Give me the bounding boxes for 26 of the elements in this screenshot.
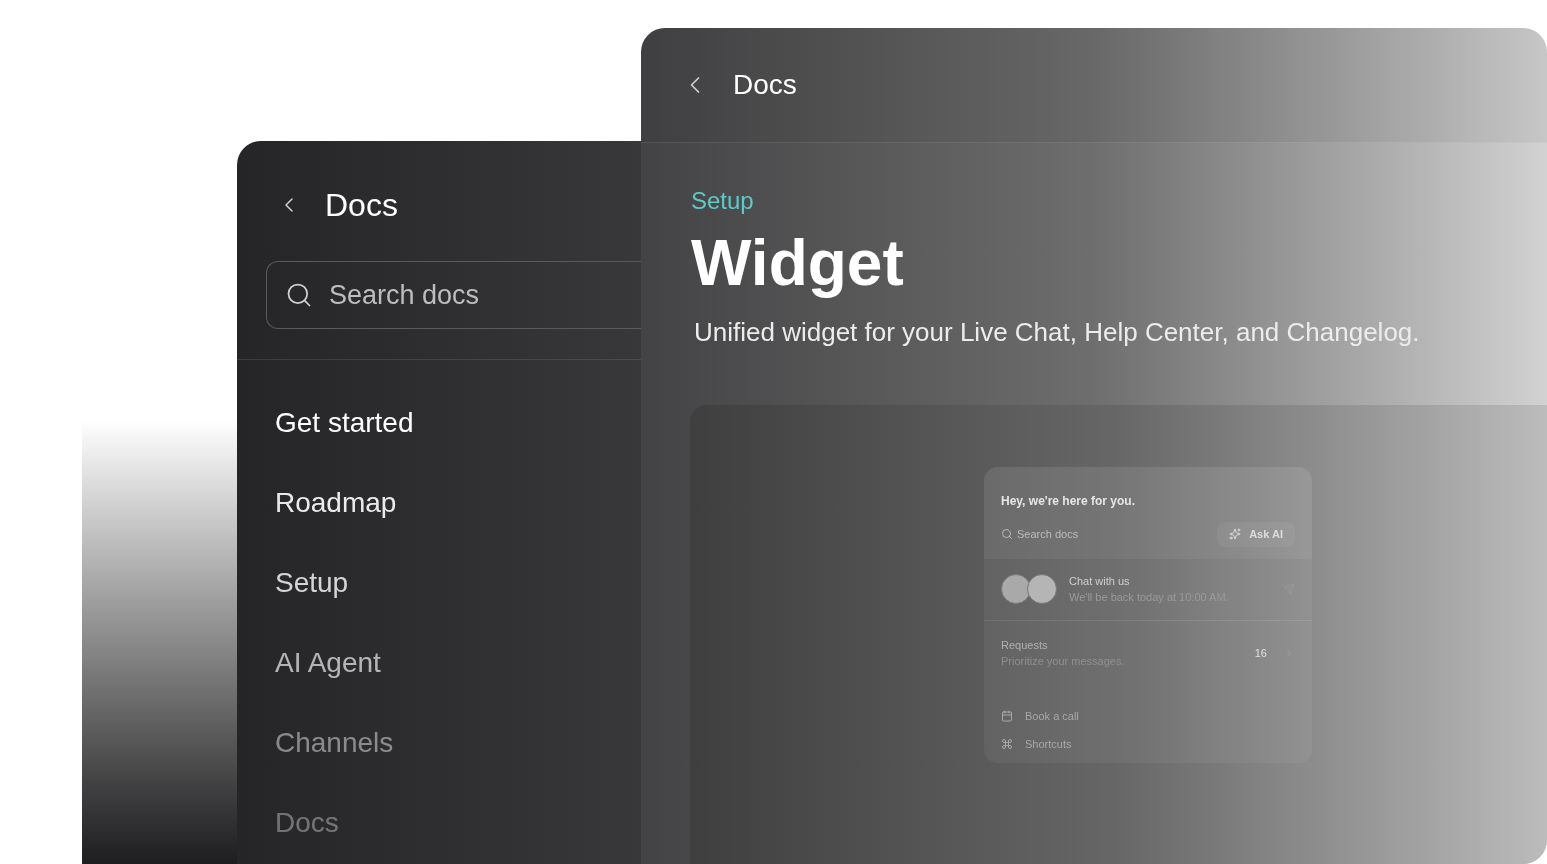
ask-ai-button[interactable]: Ask AI: [1217, 522, 1295, 547]
widget-search-field[interactable]: Search docs: [1001, 526, 1079, 543]
breadcrumb: Setup: [691, 189, 755, 213]
search-icon: [285, 281, 313, 309]
requests-title: Requests: [1001, 637, 1049, 653]
shortcut-link[interactable]: Book a call: [1001, 707, 1295, 724]
page-description: Unified widget for your Live Chat, Help Center, and Changelog.: [693, 319, 1421, 345]
calendar-icon: [1001, 709, 1013, 722]
chat-title: Chat with us: [1069, 573, 1131, 589]
avatar: [1001, 574, 1031, 604]
avatar: [1027, 574, 1057, 604]
sparkle-icon: [1229, 528, 1242, 541]
command-icon: [1001, 738, 1013, 751]
nav-item[interactable]: Get started: [275, 406, 641, 440]
nav-item[interactable]: Setup: [275, 566, 641, 600]
search-field[interactable]: Search docs: [266, 261, 641, 329]
nav-item[interactable]: Roadmap: [275, 486, 641, 520]
shortcut-link[interactable]: Shortcuts: [1001, 736, 1295, 753]
widget-greeting: Hey, we're here for you.: [1001, 493, 1136, 510]
nav-item[interactable]: Channels: [275, 726, 641, 760]
nav-item[interactable]: Docs: [275, 806, 641, 840]
window-title: Docs: [733, 68, 797, 102]
nav-item[interactable]: AI Agent: [275, 646, 641, 680]
requests-count: 16: [1254, 645, 1267, 661]
sidebar-title: Docs: [325, 186, 398, 225]
search-icon: [1001, 528, 1013, 541]
